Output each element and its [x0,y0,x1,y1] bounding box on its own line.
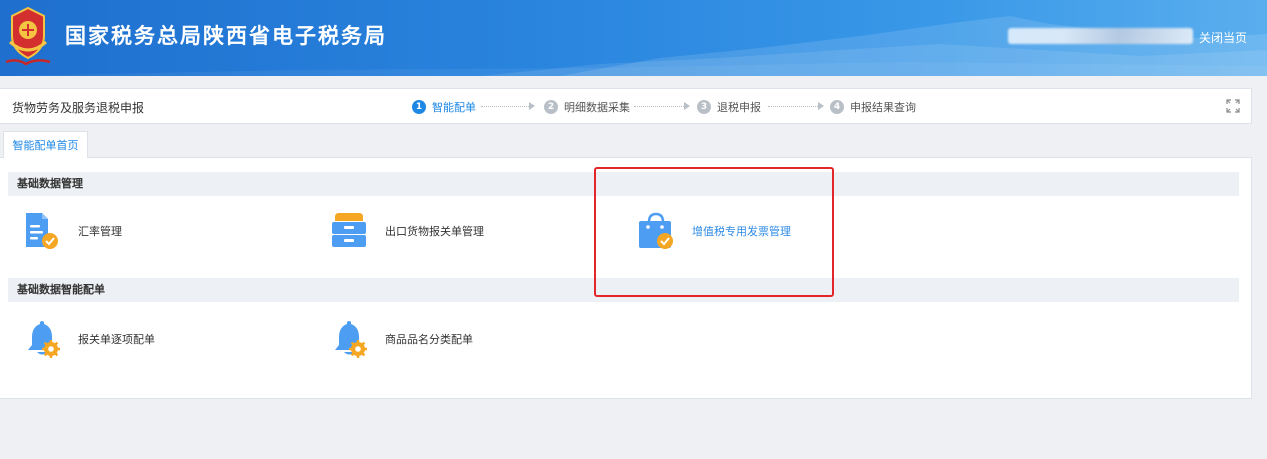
item-vat-invoice-management[interactable]: 增值税专用发票管理 [636,211,791,251]
item-label: 报关单逐项配单 [78,333,155,346]
item-label: 增值税专用发票管理 [692,225,791,238]
shopping-bag-check-icon [639,212,673,249]
section-basic-data-management: 基础数据管理 [8,172,1239,196]
drawer-cabinet-icon [332,213,366,247]
step-smart-matching[interactable]: 1 智能配单 [412,99,476,115]
content-panel: 基础数据管理 汇率管理 出口货物报关单管理 增值税专用发票管理 基础数据智能配单… [0,157,1252,399]
tax-emblem-icon [5,6,51,66]
section-basic-data-smart-matching: 基础数据智能配单 [8,278,1239,302]
item-label: 出口货物报关单管理 [385,225,484,238]
fullscreen-icon[interactable] [1226,99,1240,113]
site-title: 国家税务总局陕西省电子税务局 [65,24,387,48]
step-number: 2 [544,100,558,114]
step-connector [481,106,529,107]
tab-smart-matching-home[interactable]: 智能配单首页 [3,131,88,158]
step-label: 智能配单 [432,101,476,114]
bell-gear-icon [335,321,367,358]
step-refund-declaration[interactable]: 3 退税申报 [697,99,761,115]
page-scrollbar[interactable] [1259,76,1267,459]
step-label: 明细数据采集 [564,101,630,114]
step-label: 退税申报 [717,101,761,114]
user-info-blurred [1008,28,1193,44]
close-page-link[interactable]: 关闭当页 [1199,29,1247,46]
step-arrow-icon [684,102,690,110]
item-label: 汇率管理 [78,225,122,238]
step-number: 4 [830,100,844,114]
bell-gear-icon [28,321,60,358]
item-exchange-rate-management[interactable]: 汇率管理 [22,211,122,251]
step-number: 3 [697,100,711,114]
step-result-query[interactable]: 4 申报结果查询 [830,99,916,115]
step-arrow-icon [529,102,535,110]
item-product-name-category-matching[interactable]: 商品品名分类配单 [329,319,473,359]
step-connector [768,106,818,107]
step-connector [634,106,684,107]
step-arrow-icon [818,102,824,110]
document-check-icon [26,213,58,249]
step-bar: 货物劳务及服务退税申报 1 智能配单 2 明细数据采集 3 退税申报 4 申报结… [0,88,1252,124]
item-label: 商品品名分类配单 [385,333,473,346]
step-detail-collection[interactable]: 2 明细数据采集 [544,99,630,115]
item-declaration-itemized-matching[interactable]: 报关单逐项配单 [22,319,155,359]
site-header: 国家税务总局陕西省电子税务局 关闭当页 [0,0,1267,76]
item-export-declaration-management[interactable]: 出口货物报关单管理 [329,211,484,251]
module-title: 货物劳务及服务退税申报 [12,101,145,115]
step-label: 申报结果查询 [850,101,916,114]
step-number: 1 [412,100,426,114]
